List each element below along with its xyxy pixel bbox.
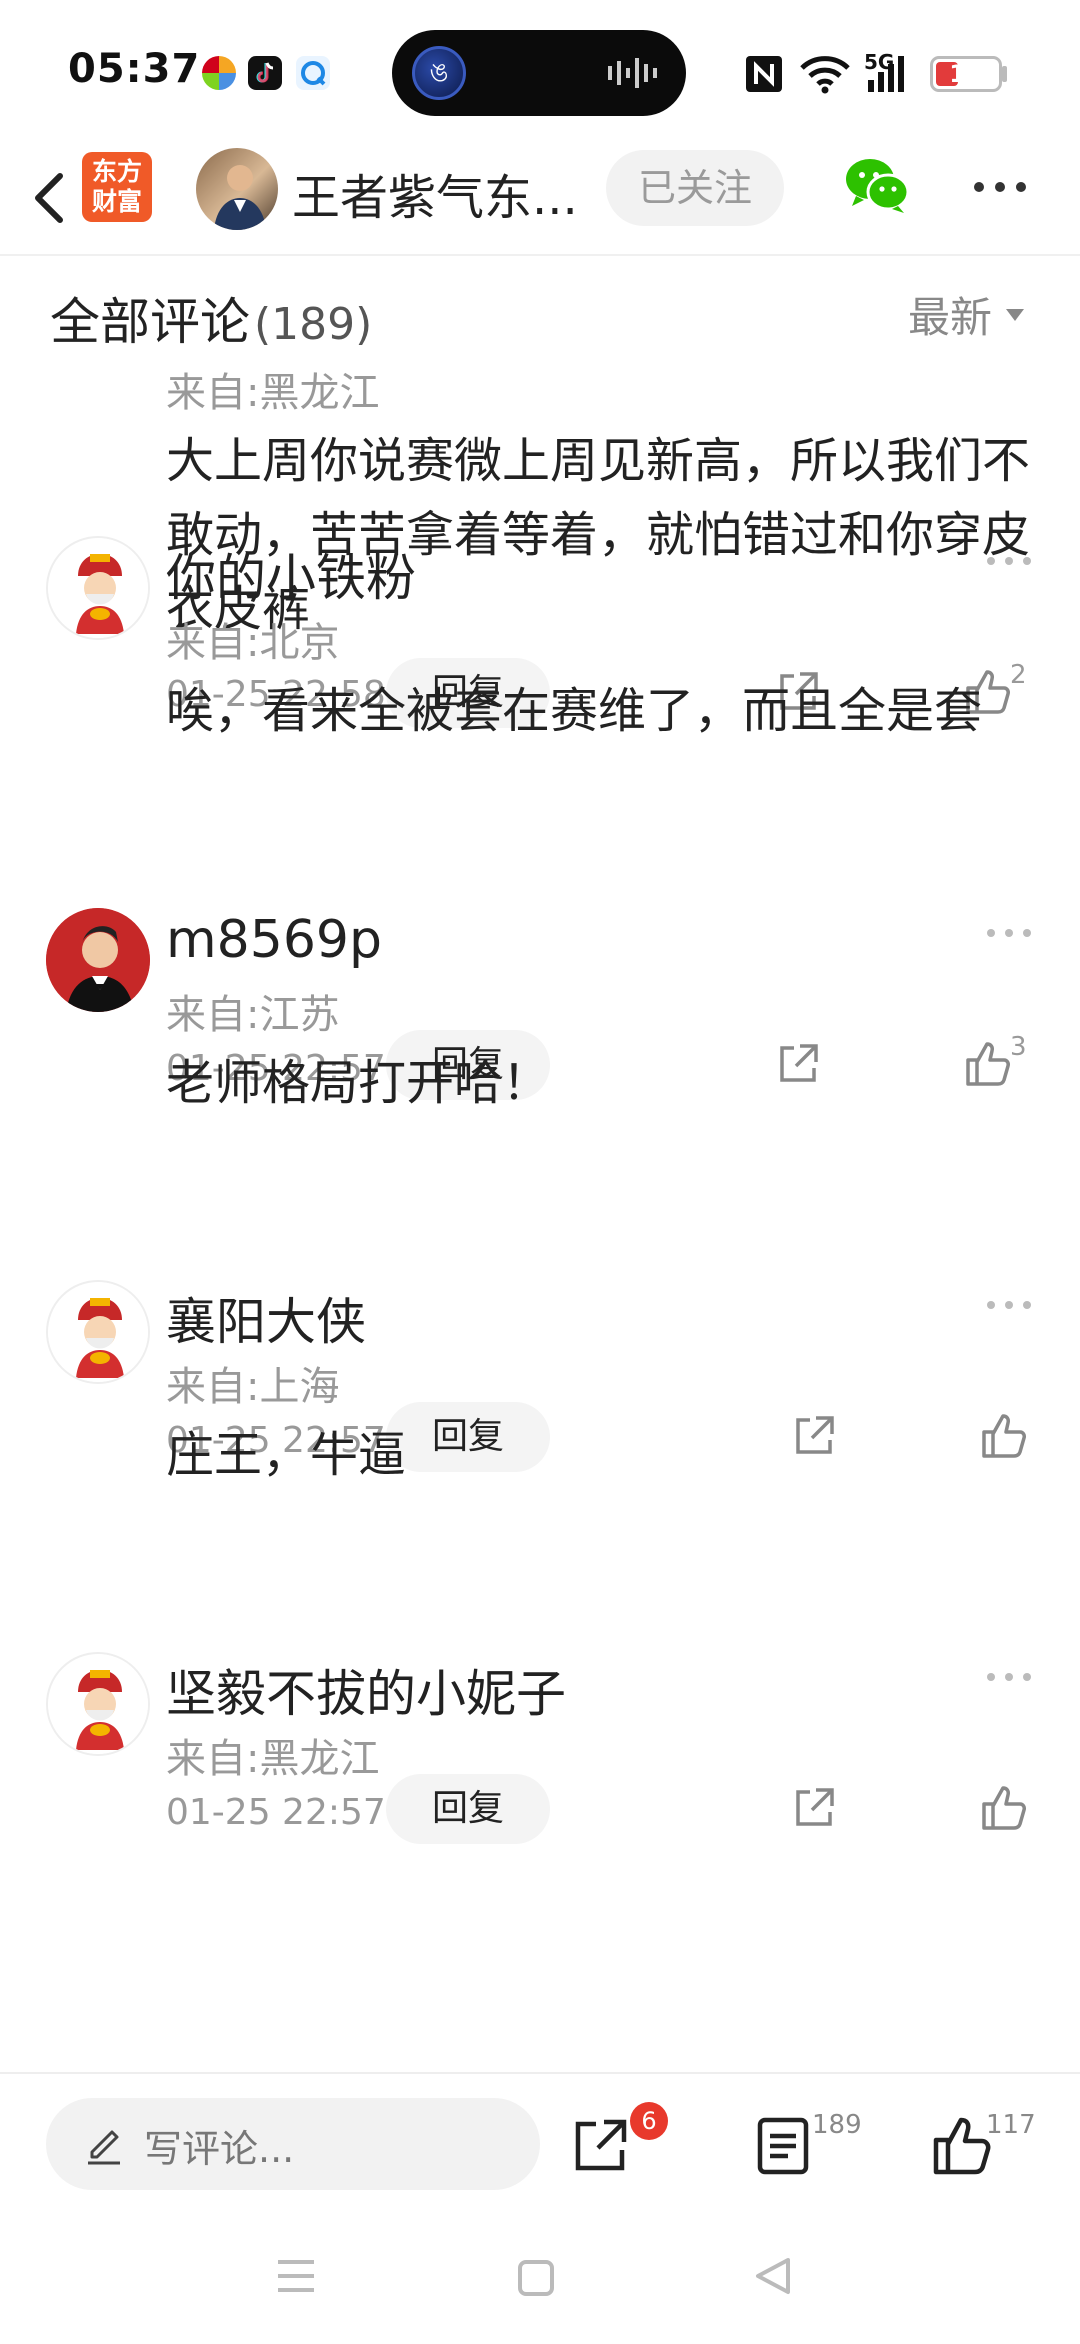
- follow-button[interactable]: 已关注: [606, 150, 784, 226]
- fortune-god-avatar-icon: [48, 1654, 148, 1754]
- comment-location: 来自:江苏: [166, 992, 340, 1038]
- wifi-icon: [800, 56, 850, 94]
- back-triangle-icon[interactable]: [754, 2256, 792, 2296]
- caret-down-icon: [1006, 308, 1025, 321]
- comment-text[interactable]: 唉，看来全被套在赛维了，而且全是套: [166, 674, 1036, 748]
- commenter-name[interactable]: 你的小铁粉: [166, 538, 416, 610]
- colorful-app-icon: [202, 56, 236, 90]
- comments-title: 全部评论(189): [50, 293, 373, 351]
- author-name[interactable]: 王者紫气东...: [292, 158, 578, 228]
- dynamic-island: ঙ: [392, 30, 686, 116]
- comment-location: 来自:黑龙江: [166, 1736, 380, 1782]
- thumbs-up-icon[interactable]: [978, 1782, 1028, 1832]
- more-dots-icon[interactable]: [986, 556, 1032, 566]
- more-dots-icon[interactable]: [986, 1300, 1032, 1310]
- comment-list-icon[interactable]: [752, 2114, 814, 2176]
- author-avatar[interactable]: [196, 148, 278, 230]
- bottom-action-bar: 写评论... 6 189 117: [0, 2072, 1080, 2212]
- wechat-icon[interactable]: [844, 156, 910, 214]
- thumbs-up-icon[interactable]: [930, 2114, 992, 2176]
- article-header: 东方 财富 王者紫气东... 已关注: [0, 140, 1080, 256]
- commenter-avatar[interactable]: [46, 536, 150, 640]
- sort-dropdown[interactable]: 最新: [908, 284, 1025, 345]
- comment-time: 01-25 22:57: [166, 1792, 386, 1833]
- comments-header: 全部评论(189) 最新: [0, 256, 1080, 366]
- comment-text[interactable]: 庄王，牛逼: [166, 1418, 1036, 1492]
- share-icon[interactable]: [790, 1784, 838, 1832]
- status-bar: 05:37 ঙ 5G 15: [0, 0, 1080, 140]
- comment-text[interactable]: 老师格局打开哈！: [166, 1046, 1036, 1120]
- write-comment-placeholder: 写评论...: [144, 2127, 295, 2171]
- commenter-avatar[interactable]: [46, 908, 150, 1012]
- comment-count: 189: [812, 2110, 862, 2140]
- fortune-god-avatar-icon: [48, 538, 148, 638]
- more-dots-icon[interactable]: [972, 180, 1028, 194]
- comment-location: 来自:黑龙江: [166, 370, 380, 416]
- more-dots-icon[interactable]: [986, 1672, 1032, 1682]
- commenter-name[interactable]: m8569p: [166, 910, 382, 970]
- menu-icon[interactable]: [276, 2256, 316, 2296]
- tiktok-icon: [248, 56, 282, 90]
- like-count: 117: [986, 2110, 1036, 2140]
- more-dots-icon[interactable]: [986, 928, 1032, 938]
- fortune-god-avatar-icon: [48, 1282, 148, 1382]
- reply-button[interactable]: 回复: [386, 1774, 550, 1844]
- comment-list[interactable]: 来自:黑龙江 大上周你说赛微上周见新高，所以我们不敢动，苦苦拿着等着，就怕错过和…: [0, 256, 1080, 2072]
- browser-icon: [296, 56, 330, 90]
- nfc-icon: [746, 56, 782, 92]
- commenter-avatar[interactable]: [46, 1652, 150, 1756]
- comment-location: 来自:上海: [166, 1364, 340, 1410]
- person-avatar-icon: [46, 908, 150, 1012]
- audio-wave-icon: [608, 58, 657, 88]
- battery-icon: 15: [930, 56, 1002, 92]
- system-navigation-bar: [0, 2212, 1080, 2344]
- comments-count: (189): [254, 299, 373, 350]
- commenter-name[interactable]: 襄阳大侠: [166, 1282, 366, 1354]
- chevron-left-icon[interactable]: [22, 166, 82, 230]
- home-icon[interactable]: [518, 2260, 554, 2296]
- pencil-icon: [88, 2130, 120, 2165]
- commenter-avatar[interactable]: [46, 1280, 150, 1384]
- music-app-icon: ঙ: [412, 46, 466, 100]
- sort-label: 最新: [908, 293, 993, 342]
- share-icon[interactable]: [570, 2114, 632, 2176]
- app-logo[interactable]: 东方 财富: [82, 152, 152, 222]
- status-time: 05:37: [68, 46, 201, 92]
- comment-location: 来自:北京: [166, 620, 340, 666]
- battery-level: 15: [949, 60, 983, 88]
- signal-icon: [868, 56, 904, 92]
- commenter-name[interactable]: 坚毅不拔的小妮子: [166, 1654, 566, 1726]
- write-comment-input[interactable]: 写评论...: [46, 2098, 540, 2190]
- share-badge: 6: [630, 2102, 668, 2140]
